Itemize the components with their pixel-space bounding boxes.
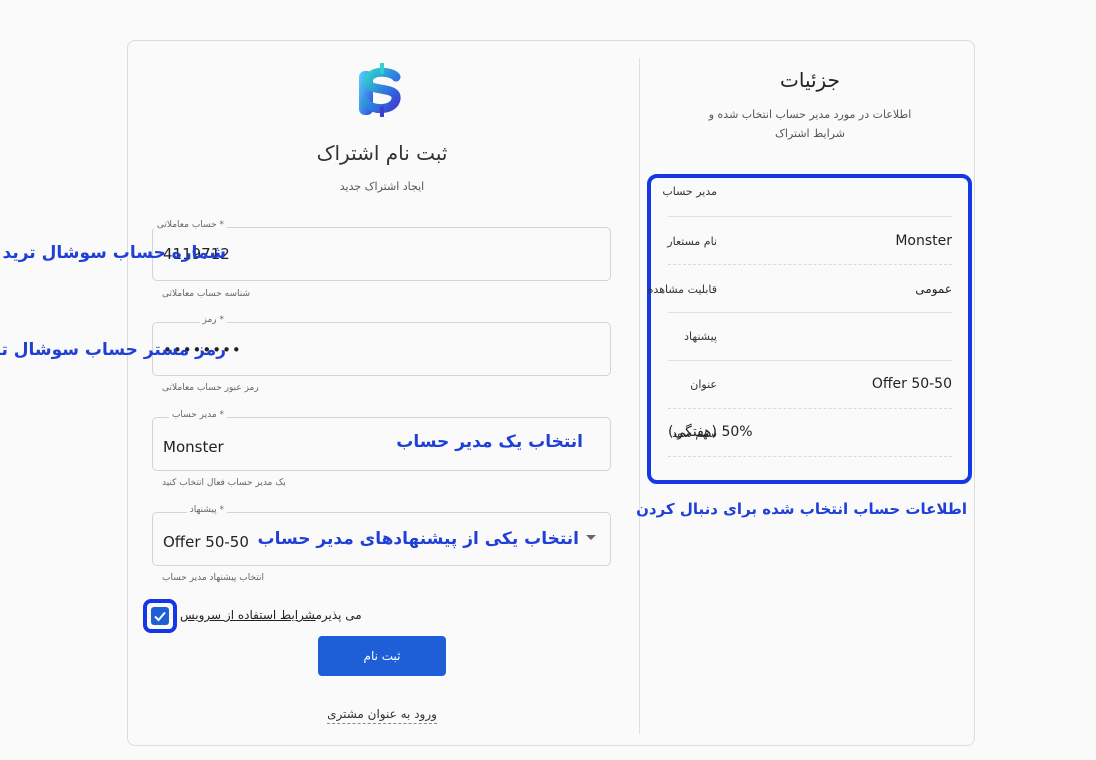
terms-agreement: می پذیرمشرایط استفاده از سرویس [180,608,362,622]
offer-value: Offer 50-50 [163,533,249,551]
form-subtitle: ایجاد اشتراک جدید [339,180,425,193]
section-offer-label: پیشنهاد [684,330,717,343]
account-manager-label: * مدیر حساب [168,410,227,420]
account-manager-helper: یک مدیر حساب فعال انتخاب کنید [162,478,286,488]
offer-helper: انتخاب پیشنهاد مدیر حساب [162,573,265,583]
details-description-line1: اطلاعات در مورد مدیر حساب انتخاب شده و [708,108,912,121]
offer-annotation: انتخاب یکی از پیشنهادهای مدیر حساب [257,529,579,549]
section-manager-header: مدیر حساب [662,170,952,217]
nickname-value: Monster [895,233,952,249]
section-offer-header: پیشنهاد [668,314,952,361]
detail-row-profit-share: سهم سود 50% (هفتگی) [668,410,952,457]
terms-prefix: می پذیرم [315,608,362,622]
trading-account-field[interactable]: * حساب معاملاتی 4119712 شماره حساب سوشال… [3,220,611,281]
detail-row-title: عنوان Offer 50-50 [668,362,952,409]
form-title: ثبت نام اشتراک [316,141,448,165]
caret-down-icon[interactable] [586,535,596,540]
password-helper: رمز عبور حساب معاملاتی [162,383,259,393]
detail-row-visibility: قابلیت مشاهده عمومی [648,266,952,313]
account-manager-field[interactable]: * مدیر حساب Monster انتخاب یک مدیر حساب [152,410,611,471]
profit-share-value: 50% (هفتگی) [668,424,753,440]
password-label: * رمز [199,315,227,325]
offer-label: * پیشنهاد [186,505,227,515]
section-manager-label: مدیر حساب [662,185,717,198]
account-manager-value: Monster [163,438,224,456]
trading-account-annotation: شماره حساب سوشال ترید [2,243,226,263]
check-icon [154,611,166,622]
offer-title-value: Offer 50-50 [871,376,952,392]
details-title: جزئیات [780,68,840,92]
trading-account-label: * حساب معاملاتی [153,220,227,230]
terms-checkbox[interactable] [151,607,169,625]
terms-link[interactable]: شرایط استفاده از سرویس [180,608,315,622]
details-description-line2: شرایط اشتراک [775,127,845,140]
offer-select[interactable]: * پیشنهاد Offer 50-50 انتخاب یکی از پیشن… [152,505,611,566]
password-field[interactable]: * رمز •••••••• رمز مستر حساب سوشال ترید [0,315,611,376]
password-annotation: رمز مستر حساب سوشال ترید [0,340,226,360]
submit-button[interactable]: ثبت نام [318,636,446,676]
details-description: اطلاعات در مورد مدیر حساب انتخاب شده و ش… [700,105,920,143]
detail-row-nickname: نام مستعار Monster [667,218,952,265]
customer-login-link[interactable]: ورود به عنوان مشتری [327,707,437,724]
visibility-value: عمومی [915,282,952,296]
column-divider [639,58,640,734]
account-manager-annotation: انتخاب یک مدیر حساب [396,432,583,452]
details-caption: اطلاعات حساب انتخاب شده برای دنبال کردن [636,500,967,518]
s-dollar-logo-icon [356,62,408,118]
trading-account-helper: شناسه حساب معاملاتی [162,289,250,299]
